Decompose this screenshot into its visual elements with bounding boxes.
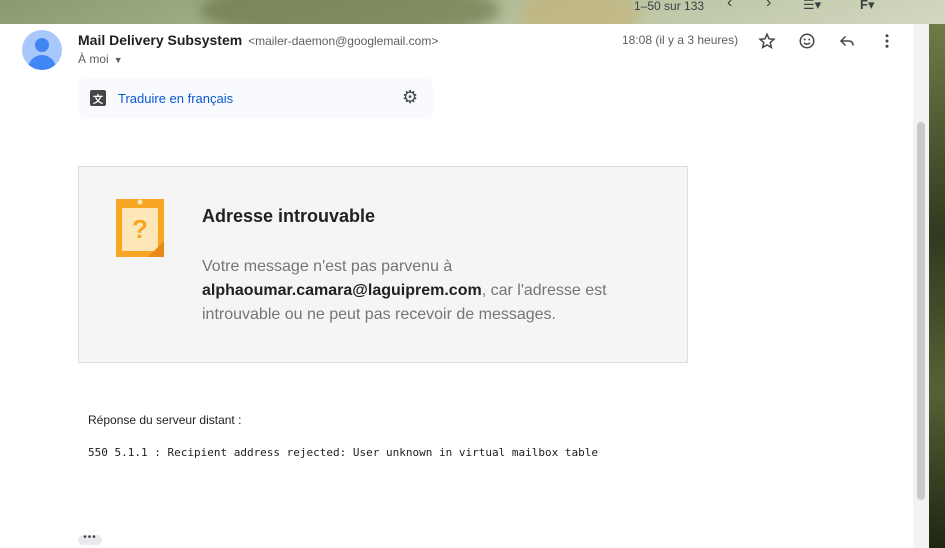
input-tools-button[interactable]: F▾ — [860, 0, 874, 12]
bounce-text-before: Votre message n'est pas parvenu à — [202, 258, 453, 275]
show-trimmed-content-button[interactable]: ••• — [78, 533, 102, 545]
bounce-notice-card: ? Adresse introuvable Votre message n'es… — [78, 166, 688, 363]
sender-line: Mail Delivery Subsystem <mailer-daemon@g… — [78, 32, 438, 48]
sender-avatar[interactable] — [22, 30, 62, 70]
input-tools-label: F — [860, 0, 868, 12]
server-response-label: Réponse du serveur distant : — [88, 413, 242, 427]
more-options-button[interactable] — [876, 30, 898, 52]
star-button[interactable] — [756, 30, 778, 52]
chevron-down-icon: ▼ — [113, 55, 123, 65]
translate-icon: 文 — [90, 90, 106, 106]
more-vertical-icon — [885, 34, 889, 48]
background-edge — [929, 24, 945, 548]
reply-icon — [839, 35, 854, 47]
bounce-message: Votre message n'est pas parvenu à alphao… — [202, 255, 642, 327]
star-icon — [758, 32, 776, 49]
translate-link[interactable]: Traduire en français — [118, 91, 233, 106]
next-page-icon[interactable]: › — [766, 0, 771, 11]
avatar-body — [28, 55, 56, 70]
address-not-found-icon: ? — [116, 199, 164, 257]
top-toolbar: 1–50 sur 133 ‹ › ☰▾ F▾ — [0, 0, 945, 24]
avatar-head — [35, 38, 49, 52]
emoji-reaction-button[interactable] — [796, 30, 818, 52]
recipient-details-toggle[interactable]: À moi ▼ — [78, 52, 123, 66]
translate-settings-icon[interactable]: ⚙ — [402, 88, 418, 106]
sender-email: <mailer-daemon@googlemail.com> — [248, 34, 439, 48]
server-response-code: 550 5.1.1 : Recipient address rejected: … — [88, 446, 598, 459]
emoji-icon — [799, 33, 815, 49]
svg-text:?: ? — [132, 214, 148, 244]
message-timestamp: 18:08 (il y a 3 heures) — [622, 33, 739, 47]
sender-name[interactable]: Mail Delivery Subsystem — [78, 32, 242, 48]
scrollbar-thumb[interactable] — [917, 122, 925, 500]
bounced-address: alphaoumar.camara@laguiprem.com — [202, 282, 482, 299]
recipient-label: À moi — [78, 52, 109, 66]
density-menu-icon[interactable]: ☰▾ — [803, 0, 821, 12]
previous-page-icon[interactable]: ‹ — [727, 0, 732, 11]
translate-bar: 文 Traduire en français ⚙ — [78, 78, 433, 118]
reply-button[interactable] — [836, 30, 858, 52]
pager-count: 1–50 sur 133 — [634, 0, 705, 13]
bounce-title: Adresse introuvable — [202, 206, 376, 226]
